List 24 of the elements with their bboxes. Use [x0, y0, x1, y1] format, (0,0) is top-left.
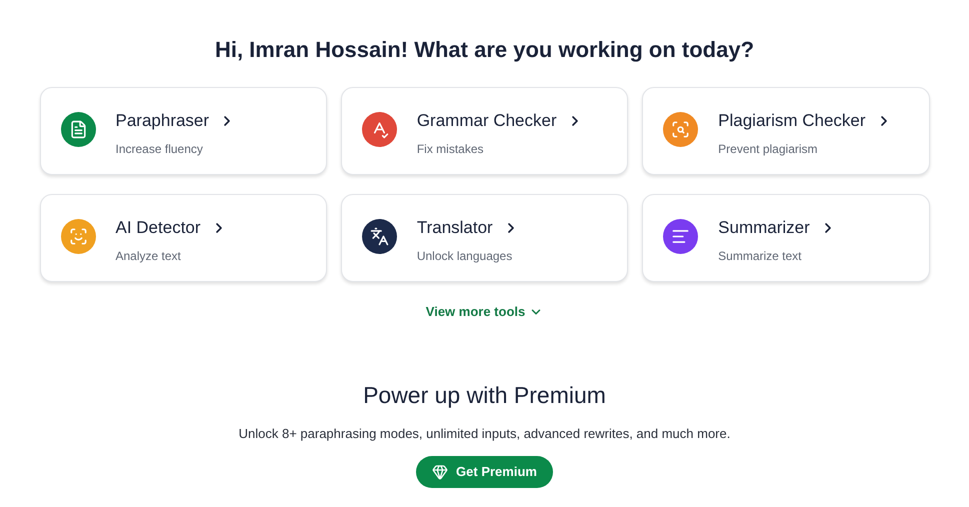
tool-card[interactable]: Summarizer Summarize text	[642, 194, 930, 282]
diamond-icon	[432, 464, 448, 480]
tool-card[interactable]: AI Detector Analyze text	[40, 194, 327, 282]
greeting-heading: Hi, Imran Hossain! What are you working on today?	[214, 36, 754, 64]
tool-card[interactable]: Paraphraser Increase fluency	[40, 87, 327, 175]
premium-description: Unlock 8+ paraphrasing modes, unlimited inputs, advanced rewrites, and much more.	[238, 425, 730, 443]
tool-name: Summarizer	[718, 217, 810, 239]
tool-name: Translator	[416, 217, 493, 239]
tool-card[interactable]: Grammar Checker Fix mistakes	[340, 87, 628, 175]
tool-name: AI Detector	[116, 217, 201, 239]
tool-description: Increase fluency	[116, 141, 204, 158]
premium-heading: Power up with Premium	[363, 380, 606, 410]
view-more-link[interactable]: View more tools	[426, 302, 544, 322]
tool-name: Plagiarism Checker	[718, 110, 866, 132]
tool-card[interactable]: Plagiarism Checker Prevent plagiarism	[642, 87, 930, 175]
tool-card[interactable]: Translator Unlock languages	[340, 194, 628, 282]
tool-name: Paraphraser	[116, 110, 210, 132]
tool-description: Summarize text	[718, 248, 803, 265]
tool-description: Analyze text	[116, 248, 182, 265]
tool-description: Prevent plagiarism	[718, 141, 819, 158]
get-premium-button[interactable]: Get Premium	[416, 456, 553, 488]
tool-description: Fix mistakes	[416, 141, 485, 158]
tool-name: Grammar Checker	[416, 110, 557, 132]
tool-description: Unlock languages	[416, 248, 514, 265]
